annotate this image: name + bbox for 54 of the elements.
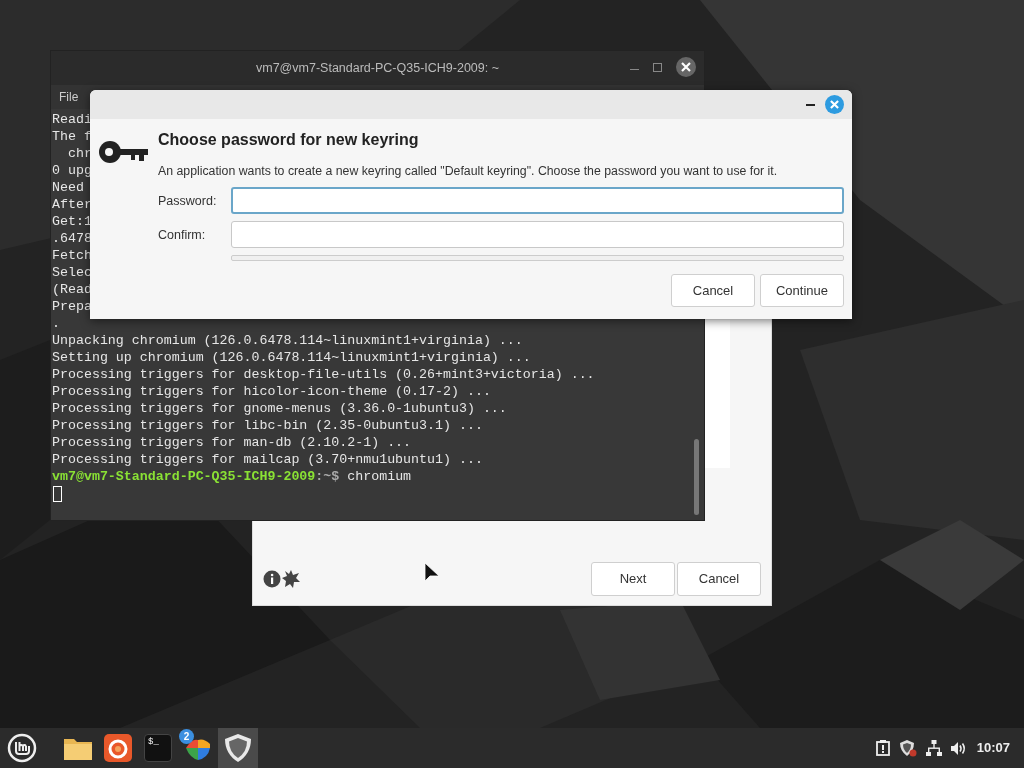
terminal-line: Processing triggers for man-db (2.10.2-1) ... <box>52 434 412 451</box>
terminal-line: Processing triggers for gnome-menus (3.36.0-1ubuntu3) ... <box>52 400 507 417</box>
key-icon <box>98 139 148 165</box>
network-icon[interactable] <box>925 740 942 756</box>
dialog-description: An application wants to create a new keyring called "Default keyring". Choose the password you want to use for it. <box>158 163 779 180</box>
wizard-button[interactable]: Next <box>591 562 675 596</box>
mint-logo-icon <box>7 733 37 763</box>
close-icon <box>830 100 839 109</box>
terminal-line: . <box>52 315 60 332</box>
info-icon <box>263 570 281 588</box>
taskbar-app[interactable] <box>218 728 258 768</box>
shield-icon <box>224 733 252 763</box>
command-text: chromium <box>346 468 412 485</box>
text-cursor <box>53 485 62 502</box>
terminal-line: Selec <box>52 264 92 281</box>
pointer-icon <box>424 562 440 584</box>
terminal-line: Unpacking chromium (126.0.6478.114~linuxmint1+virginia) ... <box>52 332 523 349</box>
dialog-button[interactable]: Cancel <box>671 274 755 308</box>
terminal-line: Processing triggers for mailcap (3.70+nmu1ubuntu1) ... <box>52 451 483 468</box>
terminal-line: Processing triggers for hicolor-icon-theme (0.17-2) ... <box>52 383 491 400</box>
terminal-line: Processing triggers for desktop-file-utils (0.26+mint3+victoria) ... <box>52 366 595 383</box>
taskbar-app[interactable]: $_ <box>138 728 178 768</box>
dialog-button[interactable]: Continue <box>760 274 844 308</box>
wizard-button[interactable]: Cancel <box>677 562 761 596</box>
clipboard-icon[interactable] <box>875 740 890 756</box>
field-label: Password: <box>158 192 218 210</box>
maximize-icon[interactable] <box>653 62 662 72</box>
badge: 2 <box>179 729 194 744</box>
prompt-path: :~$ <box>315 468 340 485</box>
window-title: vm7@vm7-Standard-PC-Q35-ICH9-2009: ~ <box>256 59 499 77</box>
close-button[interactable] <box>676 57 696 77</box>
scrollbar-thumb[interactable] <box>694 439 699 515</box>
close-icon <box>681 62 691 72</box>
prompt-user-host: vm7@vm7-Standard-PC-Q35-ICH9-2009 <box>52 468 316 485</box>
field-label: Confirm: <box>158 226 207 244</box>
terminal-line: Readi <box>52 111 92 128</box>
dialog-title: Choose password for new keyring <box>158 130 420 150</box>
terminal-line: Prepa <box>52 298 92 315</box>
minimize-icon[interactable] <box>806 103 815 106</box>
password-field[interactable] <box>231 221 844 249</box>
terminal-line: Processing triggers for libc-bin (2.35-0ubuntu3.1) ... <box>52 417 483 434</box>
terminal-line: chr <box>66 145 92 162</box>
terminal-line: Need <box>52 179 84 196</box>
shield-icon[interactable] <box>898 739 917 757</box>
volume-icon[interactable] <box>950 740 968 756</box>
clock[interactable]: 10:07 <box>976 738 1010 758</box>
browser-icon <box>104 734 132 762</box>
terminal-line: After <box>52 196 92 213</box>
menu-item[interactable]: File <box>59 88 79 106</box>
terminal-line: Get:1 <box>52 213 92 230</box>
terminal-line: Setting up chromium (126.0.6478.114~linuxmint1+virginia) ... <box>52 349 531 366</box>
terminal-icon: $_ <box>144 734 172 762</box>
star-badge-icon <box>281 569 301 589</box>
password-field[interactable] <box>231 187 844 215</box>
